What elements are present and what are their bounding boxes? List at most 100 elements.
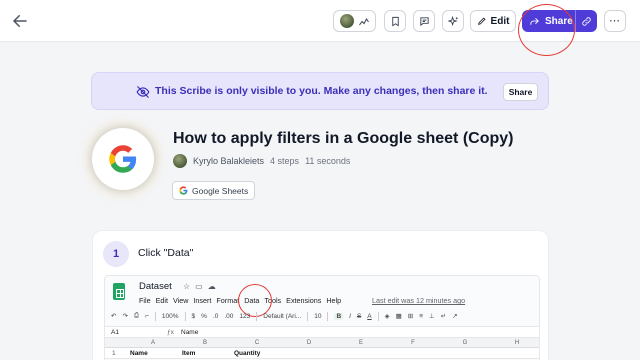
visibility-banner: This Scribe is only visible to you. Make… [91, 72, 549, 110]
share-button-group: Share [522, 10, 597, 32]
author-name[interactable]: Kyrylo Balakleiets [193, 156, 264, 166]
doc-icons: ☆ ▭ ☁ [183, 282, 216, 291]
google-logo [92, 128, 154, 190]
menu-view: View [172, 296, 189, 305]
column-header: B [202, 339, 207, 346]
menu-edit: Edit [155, 296, 168, 305]
italic-button: I [349, 312, 351, 320]
currency-format: $ [191, 312, 196, 320]
bold-button: B [334, 312, 344, 320]
divider [307, 311, 309, 321]
column-header: A [150, 339, 155, 346]
column-header: H [514, 339, 520, 346]
author-avatar [173, 154, 187, 168]
divider [377, 311, 379, 321]
formula-value: Name [181, 329, 199, 336]
app-chip-google-sheets[interactable]: Google Sheets [172, 181, 256, 200]
column-header: G [462, 339, 468, 346]
more-formats: 123 [239, 312, 251, 320]
fill-color-icon: ◈ [384, 313, 390, 320]
cell: Quantity [234, 350, 261, 357]
comment-button[interactable] [413, 10, 435, 32]
step-screenshot[interactable]: Dataset ☆ ▭ ☁ File Edit View Insert Form… [104, 275, 540, 360]
redo-icon: ↷ [122, 313, 128, 320]
step-count: 4 steps [270, 156, 300, 166]
divider [256, 311, 258, 321]
cell: Item [182, 350, 196, 357]
ellipsis-icon: ⋯ [609, 14, 621, 27]
link-icon [582, 16, 591, 26]
step-number: 1 [103, 241, 129, 267]
eye-off-icon [136, 86, 150, 98]
column-headers: A B C D E F G H [105, 338, 539, 348]
google-g-icon [109, 145, 137, 173]
ai-sparkle-button[interactable] [442, 10, 464, 32]
borders-icon: ▦ [395, 313, 402, 320]
zoom-value: 100% [161, 312, 179, 320]
cloud-icon: ☁ [207, 282, 216, 291]
comment-icon [419, 16, 429, 26]
top-bar: Edit Share ⋯ [0, 0, 640, 42]
column-header: E [358, 339, 363, 346]
strikethrough-button: S [356, 312, 362, 320]
doc-name: Dataset [139, 281, 172, 292]
sheets-toolbar: ↶ ↷ ⎙ ⌐ 100% $ % .0 .00 123 Default (Ari… [111, 309, 535, 323]
bookmark-button[interactable] [384, 10, 406, 32]
increase-decimal: .00 [224, 312, 234, 320]
divider [327, 311, 329, 321]
cell-reference: A1 [111, 329, 119, 336]
font-size: 10 [314, 312, 322, 320]
menu-data: Data [244, 296, 260, 305]
column-header: C [254, 339, 260, 346]
menu-tools: Tools [264, 296, 282, 305]
share-button[interactable]: Share [522, 10, 575, 32]
percent-format: % [201, 312, 207, 320]
column-header: F [411, 339, 415, 346]
scribe-meta: Kyrylo Balakleiets 4 steps 11 seconds [173, 154, 350, 168]
sheets-menu-bar: File Edit View Insert Format Data Tools … [139, 296, 346, 305]
sheets-icon [113, 283, 125, 300]
menu-format: Format [216, 296, 240, 305]
back-arrow-icon[interactable] [11, 12, 29, 30]
formula-bar: A1 ƒx Name [105, 326, 539, 338]
banner-text: This Scribe is only visible to you. Make… [155, 85, 488, 97]
valign-icon: ⊥ [429, 313, 435, 320]
align-icon: ≡ [419, 312, 424, 320]
step-text[interactable]: Click "Data" [138, 247, 193, 259]
edit-label: Edit [490, 15, 510, 27]
wrap-icon: ↵ [440, 313, 447, 320]
bookmark-icon [391, 16, 399, 26]
star-icon: ☆ [183, 282, 191, 291]
print-icon: ⎙ [133, 312, 140, 319]
folder-icon: ▭ [195, 282, 203, 291]
share-label: Share [545, 15, 573, 27]
analytics-button[interactable] [333, 10, 376, 32]
rotate-icon: ↗ [452, 313, 458, 320]
paint-format-icon: ⌐ [145, 312, 149, 320]
menu-file: File [139, 296, 151, 305]
page-title: How to apply filters in a Google sheet (… [173, 130, 514, 147]
step-card: 1 Click "Data" Dataset ☆ ▭ ☁ File Edit V… [92, 230, 549, 360]
share-arrow-icon [530, 17, 539, 25]
divider [184, 311, 186, 321]
font-family: Default (Ari... [263, 312, 302, 320]
last-edit-link: Last edit was 12 minutes ago [372, 296, 466, 305]
divider [154, 311, 156, 321]
table-row: 1 Name Item Quantity [105, 348, 539, 359]
duration: 11 seconds [305, 156, 351, 166]
menu-insert: Insert [193, 296, 212, 305]
row-number: 1 [112, 350, 116, 357]
banner-share-button[interactable]: Share [503, 83, 538, 101]
more-options-button[interactable]: ⋯ [604, 10, 626, 32]
google-g-icon [179, 186, 188, 195]
avatar [339, 14, 354, 28]
menu-extensions: Extensions [286, 296, 322, 305]
copy-link-button[interactable] [575, 10, 597, 32]
app-chip-label: Google Sheets [192, 185, 249, 196]
pencil-icon [477, 17, 486, 25]
column-header: D [306, 339, 312, 346]
sparkle-icon [447, 15, 458, 26]
chart-icon [358, 18, 369, 26]
menu-help: Help [326, 296, 342, 305]
edit-button[interactable]: Edit [470, 10, 516, 32]
